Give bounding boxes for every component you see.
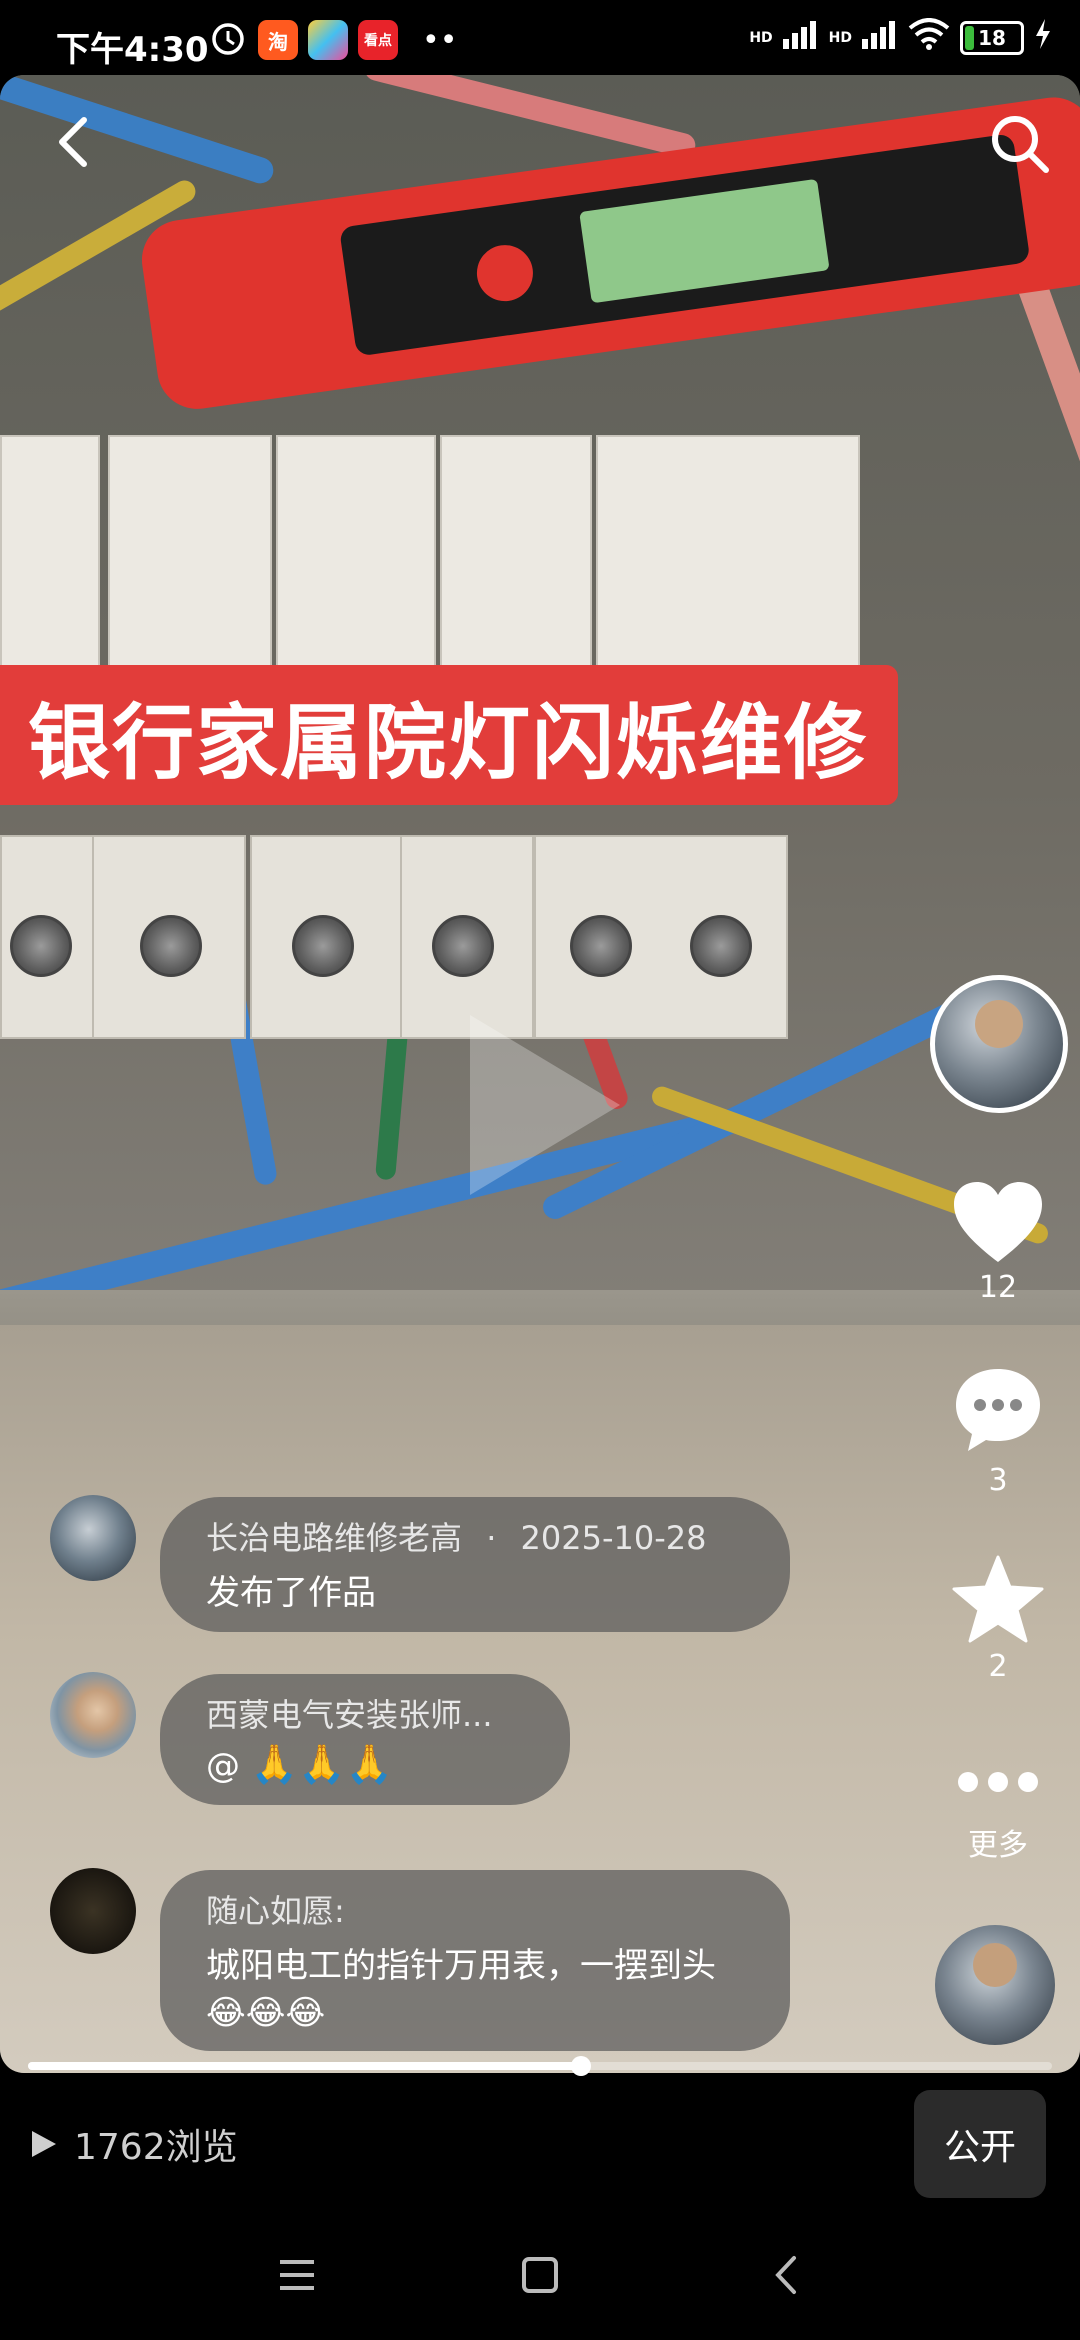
comment-author: 长治电路维修老高 (206, 1519, 463, 1557)
comment-avatar[interactable] (50, 1495, 136, 1581)
favorite-count: 2 (988, 1649, 1008, 1684)
comment-text: 城阳电工的指针万用表，一摆到头 (206, 1946, 716, 1986)
comment-date: 2025-10-28 (520, 1519, 707, 1557)
author-avatar-small[interactable] (935, 1925, 1055, 2045)
status-notifications: 淘 看点 •• (208, 18, 457, 62)
comment-count: 3 (988, 1463, 1008, 1498)
more-label: 更多 (968, 1828, 1028, 1863)
heart-icon (954, 1182, 1042, 1262)
comment-author: 西蒙电气安装张师... (206, 1696, 493, 1734)
search-button[interactable] (988, 112, 1052, 176)
comment-mention: @ (206, 1746, 240, 1786)
play-small-icon (32, 2131, 56, 2157)
comment-avatar[interactable] (50, 1672, 136, 1758)
battery-level: 18 (978, 25, 1006, 50)
status-bar: 下午4:30 淘 看点 •• HD HD 18 (0, 0, 1080, 80)
public-button[interactable]: 公开 (914, 2090, 1046, 2198)
video-progress-bar[interactable] (28, 2056, 1052, 2076)
menu-icon (280, 2260, 314, 2290)
back-icon (59, 117, 87, 167)
screw (690, 915, 752, 977)
signal-icon (782, 19, 819, 56)
screw (292, 915, 354, 977)
gallery-app-icon (308, 20, 348, 60)
bottom-bar: 1762浏览 公开 (0, 2080, 1080, 2210)
status-system-icons: HD HD 18 (749, 18, 1052, 57)
battery-fill (965, 25, 975, 50)
screw (140, 915, 202, 977)
status-time: 下午4:30 (56, 30, 209, 70)
progress-thumb[interactable] (570, 2056, 591, 2076)
home-button[interactable] (515, 2250, 565, 2300)
more-notifications-icon: •• (422, 22, 458, 58)
video-title-banner: 银行家属院灯闪烁维修 (0, 665, 899, 805)
menu-button[interactable] (272, 2250, 322, 2300)
comment-icon (956, 1369, 1040, 1451)
more-icon (958, 1772, 1038, 1792)
system-nav-bar (0, 2210, 1080, 2340)
view-count: 1762浏览 (30, 2118, 238, 2170)
tester-button (473, 241, 537, 305)
back-button[interactable] (46, 112, 106, 172)
screw (570, 915, 632, 977)
screw (10, 915, 72, 977)
wifi-icon (908, 18, 950, 57)
video-title-text: 银行家属院灯闪烁维修 (28, 695, 869, 791)
progress-fill (28, 2062, 581, 2070)
screw (432, 915, 494, 977)
tester-screen (579, 178, 830, 304)
home-icon (522, 2257, 558, 2293)
like-count: 12 (978, 1270, 1018, 1305)
search-icon (992, 116, 1049, 173)
play-icon[interactable] (470, 1015, 620, 1195)
hd-label-2: HD (828, 29, 852, 46)
comment-separator: · (486, 1519, 497, 1557)
comment-author-line: 长治电路维修老高 · 2025-10-28 (206, 1513, 746, 1559)
alarm-icon (208, 18, 248, 62)
star-icon (952, 1555, 1044, 1643)
comment-text-line: @ 🙏🙏🙏 (206, 1742, 526, 1787)
comment-avatar[interactable] (50, 1868, 136, 1954)
comment-bubble: 随心如愿: 城阳电工的指针万用表，一摆到头 😂😂😂 (160, 1870, 790, 2051)
battery-icon: 18 (960, 20, 1024, 55)
comment-button[interactable]: 3 (940, 1365, 1056, 1498)
view-count-text: 1762浏览 (74, 2127, 238, 2168)
like-button[interactable]: 12 (940, 1180, 1056, 1305)
favorite-button[interactable]: 2 (940, 1555, 1056, 1684)
laugh-cry-emoji-icon: 😂😂😂 (206, 1993, 326, 2033)
author-avatar[interactable] (930, 975, 1068, 1113)
nav-back-button[interactable] (762, 2250, 812, 2300)
nav-back-icon (775, 2256, 796, 2294)
comment-bubble: 西蒙电气安装张师... @ 🙏🙏🙏 (160, 1674, 570, 1805)
more-button[interactable]: 更多 (940, 1760, 1056, 1864)
taobao-app-icon: 淘 (258, 20, 298, 60)
signal-icon-2 (862, 19, 898, 56)
hd-label: HD (749, 29, 773, 46)
charging-icon (1034, 19, 1052, 56)
comment-bubble: 长治电路维修老高 · 2025-10-28 发布了作品 (160, 1497, 790, 1632)
pray-emoji-icon: 🙏🙏🙏 (250, 1742, 393, 1786)
comment-author: 随心如愿: (206, 1892, 345, 1930)
news-app-icon: 看点 (358, 20, 398, 60)
comment-text: 发布了作品 (206, 1573, 376, 1613)
